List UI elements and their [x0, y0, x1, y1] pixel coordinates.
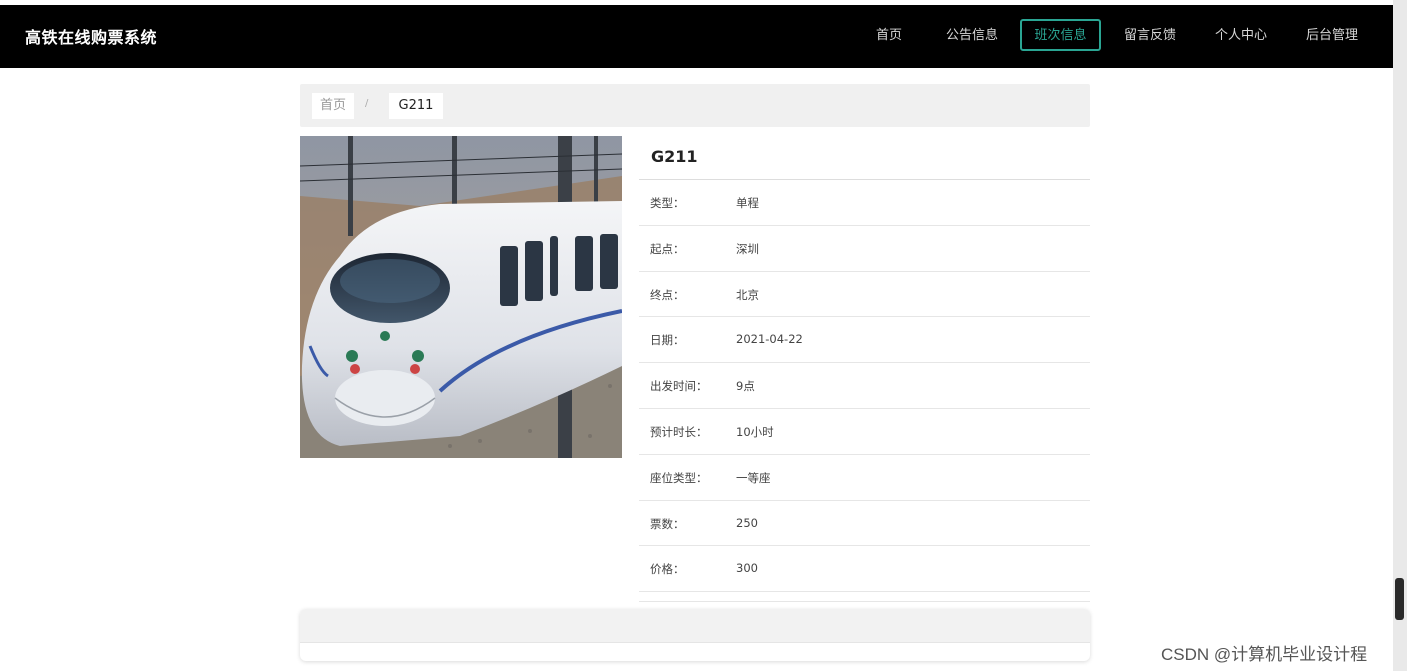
divider — [639, 592, 1090, 603]
detail-row-price: 价格： 300 — [639, 546, 1090, 593]
nav-item-profile[interactable]: 个人中心 — [1210, 19, 1272, 51]
detail-label: 起点： — [650, 241, 685, 256]
detail-row-destination: 终点： 北京 — [639, 272, 1090, 318]
detail-row-tickets: 票数： 250 — [639, 501, 1090, 547]
detail-label: 票数： — [650, 516, 685, 531]
detail-label: 类型： — [650, 196, 685, 210]
detail-value: 深圳 — [736, 241, 759, 256]
nav-item-announcements[interactable]: 公告信息 — [941, 19, 1003, 51]
detail-label: 价格： — [650, 562, 685, 577]
comment-panel — [300, 609, 1090, 661]
scrollbar-thumb[interactable] — [1395, 578, 1404, 620]
detail-value: 300 — [736, 561, 758, 576]
detail-value: 250 — [736, 515, 758, 530]
detail-row-duration: 预计时长： 10小时 — [639, 409, 1090, 455]
nav-item-home[interactable]: 首页 — [864, 19, 914, 51]
train-name: G211 — [639, 136, 1090, 180]
watermark: CSDN @计算机毕业设计程 — [1161, 645, 1368, 664]
detail-label: 日期： — [650, 333, 685, 348]
detail-value: 9点 — [736, 379, 755, 394]
breadcrumb-home[interactable]: 首页 — [312, 93, 354, 119]
detail-value: 一等座 — [736, 470, 771, 485]
detail-row-origin: 起点： 深圳 — [639, 226, 1090, 272]
detail-value: 2021-04-22 — [736, 332, 803, 347]
train-details: G211 类型： 单程 起点： 深圳 终点： 北京 日期： 2021-04-22… — [639, 136, 1090, 603]
breadcrumb-separator: / — [365, 98, 369, 109]
detail-value: 单程 — [736, 196, 759, 210]
train-image — [300, 136, 622, 458]
page-scrollbar[interactable] — [1393, 0, 1407, 671]
panel-header — [300, 609, 1090, 643]
nav-item-schedule[interactable]: 班次信息 — [1020, 19, 1101, 51]
breadcrumb-current: G211 — [389, 93, 443, 119]
nav-item-admin[interactable]: 后台管理 — [1301, 19, 1363, 51]
nav-item-feedback[interactable]: 留言反馈 — [1119, 19, 1181, 51]
detail-label: 终点： — [650, 287, 685, 302]
detail-row-date: 日期： 2021-04-22 — [639, 317, 1090, 364]
detail-row-seat-type: 座位类型： 一等座 — [639, 455, 1090, 501]
detail-label: 座位类型： — [650, 470, 708, 485]
detail-label: 预计时长： — [650, 424, 708, 439]
site-title[interactable]: 高铁在线购票系统 — [25, 24, 157, 48]
breadcrumb: 首页 / G211 — [300, 84, 1090, 127]
top-navbar: 高铁在线购票系统 首页 公告信息 班次信息 留言反馈 个人中心 后台管理 — [0, 5, 1393, 68]
detail-value: 北京 — [736, 287, 759, 302]
detail-row-departure-time: 出发时间： 9点 — [639, 363, 1090, 409]
detail-label: 出发时间： — [650, 379, 708, 394]
detail-value: 10小时 — [736, 424, 774, 439]
detail-row-type: 类型： 单程 — [639, 180, 1090, 226]
